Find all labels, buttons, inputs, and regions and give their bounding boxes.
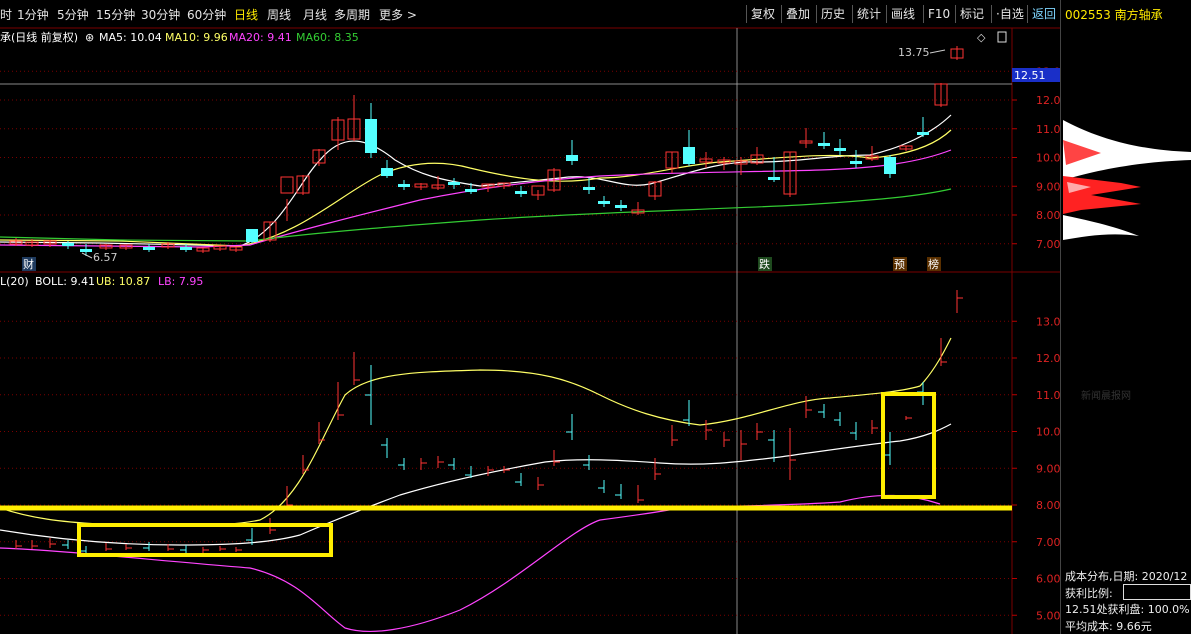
lower-axis-label: 5.00 (1036, 609, 1060, 622)
ratio-label: 获利比例: (1065, 587, 1113, 600)
candle-body (280, 176, 294, 194)
candle-body (465, 189, 477, 192)
ma5-legend: MA5: 10.04 (99, 31, 162, 44)
ma60-legend: MA60: 8.35 (296, 31, 359, 44)
candle-body (834, 148, 846, 151)
ma5-line (0, 114, 952, 247)
candle-body (381, 168, 393, 176)
upper-axis-label: 9.00 (1036, 180, 1060, 193)
avg-cost: 平均成本: 9.66元 (1065, 620, 1152, 633)
candle-body (515, 191, 527, 194)
candle-body (768, 177, 780, 180)
candle-body (80, 249, 92, 252)
lower-axis-label: 11.00 (1036, 389, 1060, 402)
price-tag: 12.51 (1014, 69, 1046, 82)
upper-axis-label: 8.00 (1036, 209, 1060, 222)
die-label: 跌 (759, 257, 770, 271)
lower-price-axis: 13.00 12.00 11.00 10.00 9.00 8.00 7.00 6.00 5.00 (1012, 315, 1060, 622)
upper-candles (9, 46, 964, 256)
candle-body (246, 229, 258, 242)
cost-distribution (1063, 113, 1191, 240)
candle-body (180, 247, 192, 250)
lower-axis-label: 13.00 (1036, 315, 1060, 328)
cost-panel: 002553 南方轴承 新闻晨报网 成本分布,日期: 2020/12 获利比例:… (1060, 0, 1191, 634)
lb-legend: LB: 7.95 (158, 275, 203, 288)
cost-title: 成本分布,日期: 2020/12 (1065, 570, 1188, 583)
candle-body (583, 187, 595, 190)
bang-label: 榜 (928, 257, 939, 271)
maximize-icon (997, 31, 1007, 43)
high-arrow (929, 49, 946, 54)
candle-body (683, 147, 695, 164)
candle-body (566, 155, 578, 161)
lower-axis-label: 7.00 (1036, 536, 1060, 549)
low-arrow (81, 252, 93, 259)
cai-label: 财 (23, 257, 34, 271)
ub-legend: UB: 10.87 (96, 275, 150, 288)
candle-body (448, 182, 460, 185)
candle-body (398, 184, 410, 187)
candle-body (62, 243, 74, 246)
highlight-box-right (881, 392, 936, 499)
ma-lines (0, 114, 952, 248)
ma-legend-title: 承(日线 前复权) (0, 30, 78, 44)
candle-body (615, 205, 627, 208)
lower-grid (0, 320, 1012, 616)
watermark: 新闻晨报网 (1081, 391, 1131, 402)
diamond-icon: ◇ (977, 31, 986, 44)
upper-axis-label: 7.00 (1036, 238, 1060, 251)
ma10-line (0, 129, 952, 247)
candle-body (143, 247, 155, 250)
yu-label: 预 (894, 258, 905, 271)
upper-axis-label: 12.00 (1036, 94, 1060, 107)
lower-axis-label: 12.00 (1036, 352, 1060, 365)
upper-price-axis: 13.0012.0011.0010.009.008.007.00 (1012, 65, 1060, 251)
ma-settings-icon: ⊛ (85, 31, 94, 44)
ma10-legend: MA10: 9.96 (165, 31, 228, 44)
high-label: 13.75 (898, 46, 930, 59)
low-label: 6.57 (93, 251, 118, 264)
boll-legend: BOLL: 9.41 (35, 275, 95, 288)
lower-axis-label: 10.00 (1036, 426, 1060, 439)
upper-axis-label: 11.00 (1036, 123, 1060, 136)
ma20-line (0, 149, 952, 248)
lower-axis-label: 6.00 (1036, 573, 1060, 586)
lb-line (0, 494, 941, 633)
cost-red-2 (1063, 176, 1141, 214)
candle-body (598, 201, 610, 204)
upper-axis-label: 10.00 (1036, 152, 1060, 165)
candle-body (917, 132, 929, 135)
ratio-input[interactable] (1123, 584, 1191, 600)
ma20-legend: MA20: 9.41 (229, 31, 292, 44)
profit-text: 12.51处获利盘: 100.0% (1065, 603, 1190, 616)
candle-body (850, 161, 862, 164)
candle-body (884, 157, 896, 174)
lower-axis-label: 8.00 (1036, 499, 1060, 512)
candle-body (818, 143, 830, 146)
boll-legend-title: L(20) (0, 275, 29, 288)
kline-chart[interactable]: 承(日线 前复权) ⊛ MA5: 10.04 MA10: 9.96 MA20: … (0, 0, 1060, 634)
boll-lines (0, 337, 952, 633)
boll-bars (15, 290, 963, 554)
lower-axis-label: 9.00 (1036, 462, 1060, 475)
candle-body (365, 119, 377, 153)
